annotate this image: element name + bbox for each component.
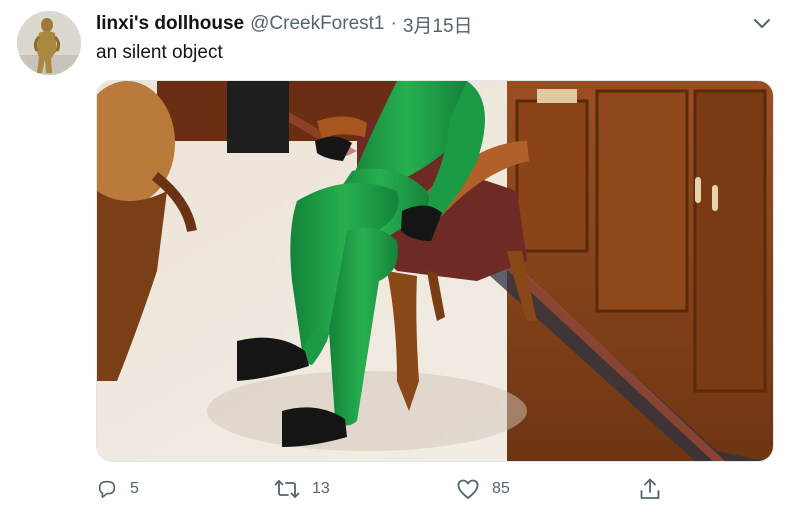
heart-icon xyxy=(457,479,479,499)
retweet-button[interactable]: 13 xyxy=(274,474,330,504)
avatar[interactable] xyxy=(17,11,81,75)
display-name[interactable]: linxi's dollhouse xyxy=(96,13,244,35)
tweet-text: an silent object xyxy=(96,42,223,63)
chevron-down-icon[interactable] xyxy=(752,16,772,32)
separator-dot: · xyxy=(390,13,397,34)
like-count: 85 xyxy=(492,480,510,497)
retweet-icon xyxy=(274,480,300,498)
tweet-header: linxi's dollhouse @CreekForest1 · 3月15日 xyxy=(96,11,766,38)
tweet-date[interactable]: 3月15日 xyxy=(403,11,473,38)
like-button[interactable]: 85 xyxy=(456,474,510,504)
user-handle[interactable]: @CreekForest1 xyxy=(250,13,384,35)
tweet-photo[interactable] xyxy=(96,80,774,462)
retweet-count: 13 xyxy=(312,480,330,497)
photo-image xyxy=(97,81,773,461)
tweet-actions: 5 13 85 xyxy=(96,474,676,504)
tweet-card: linxi's dollhouse @CreekForest1 · 3月15日 … xyxy=(0,0,786,514)
share-icon xyxy=(640,478,660,499)
reply-icon xyxy=(98,480,116,499)
avatar-image xyxy=(17,11,81,75)
share-button[interactable] xyxy=(639,474,661,504)
reply-count: 5 xyxy=(130,480,139,497)
reply-button[interactable]: 5 xyxy=(96,474,139,504)
